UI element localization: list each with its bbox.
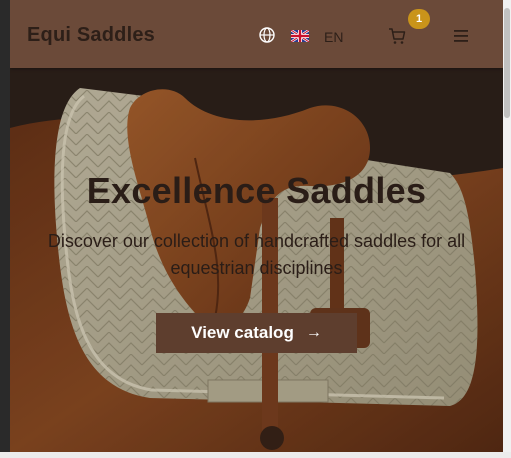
hero-subtitle: Discover our collection of handcrafted s… bbox=[47, 231, 466, 278]
view-catalog-button[interactable]: View catalog → bbox=[156, 313, 357, 353]
site-logo[interactable]: Equi Saddles bbox=[27, 24, 155, 47]
page-scrollbar[interactable] bbox=[503, 0, 511, 458]
browser-viewport: Equi Saddles EN 1 Excellence Saddles Dis… bbox=[10, 0, 503, 452]
window-bottom-edge bbox=[0, 452, 511, 458]
cart-icon[interactable] bbox=[388, 27, 406, 45]
language-selector[interactable]: EN bbox=[324, 29, 343, 45]
site-header: Equi Saddles EN 1 bbox=[10, 0, 503, 68]
scrollbar-thumb[interactable] bbox=[504, 8, 510, 118]
uk-flag-icon[interactable] bbox=[291, 30, 309, 42]
arrow-right-icon: → bbox=[305, 324, 322, 341]
cta-label: View catalog bbox=[191, 323, 294, 342]
hero-section: Excellence Saddles Discover our collecti… bbox=[10, 68, 503, 452]
cart-count-badge: 1 bbox=[408, 9, 430, 29]
globe-icon[interactable] bbox=[259, 27, 275, 43]
hamburger-menu-icon[interactable] bbox=[454, 30, 468, 42]
hero-title: Excellence Saddles bbox=[86, 170, 427, 211]
